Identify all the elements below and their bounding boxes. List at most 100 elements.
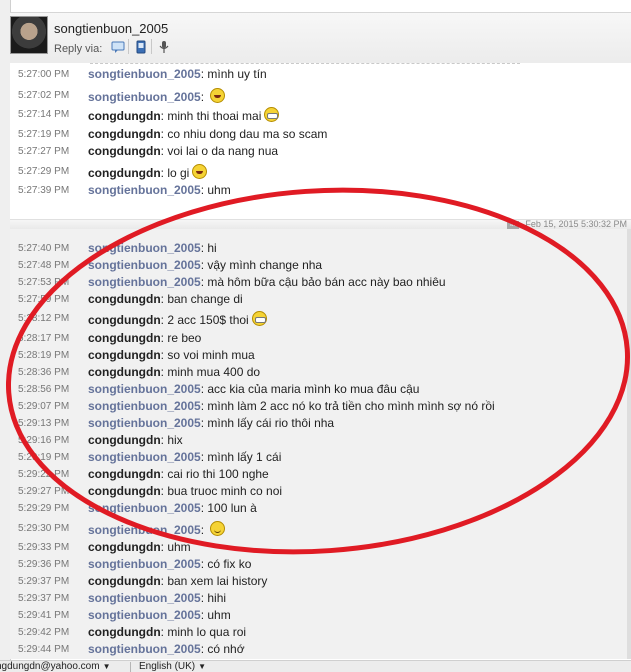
message-sender[interactable]: congdungdn xyxy=(88,433,161,447)
message-sender[interactable]: songtienbuon_2005 xyxy=(88,399,201,413)
message-text: mình lấy cái rio thôi nha xyxy=(207,416,335,430)
message-sender[interactable]: songtienbuon_2005 xyxy=(88,382,201,396)
bookmark-icon: IM xyxy=(507,220,520,229)
laugh-emoticon-icon xyxy=(210,88,226,103)
message-sender[interactable]: congdungdn xyxy=(88,348,161,362)
chat-message-row: 5:27:59 PM congdungdn: ban change di xyxy=(10,292,631,309)
language-selector[interactable]: English (UK) ▼ xyxy=(139,661,206,672)
message-text: re beo xyxy=(167,331,202,345)
message-sender[interactable]: congdungdn xyxy=(88,144,161,158)
message-text: co nhiu dong dau ma so scam xyxy=(167,127,328,141)
message-timestamp: 5:29:30 PM xyxy=(18,523,70,534)
contact-name[interactable]: songtienbuon_2005 xyxy=(54,21,168,36)
message-sender[interactable]: congdungdn xyxy=(88,625,161,639)
message-text: 100 lun à xyxy=(207,501,257,515)
chat-message-row: 5:28:56 PM songtienbuon_2005: acc kia của… xyxy=(10,382,631,399)
message-timestamp: 5:29:19 PM xyxy=(18,452,70,463)
chat-message-row: 5:27:27 PM congdungdn: voi lai o da nang … xyxy=(10,144,631,161)
session-divider-date: IM Feb 15, 2015 5:30:32 PM xyxy=(507,219,627,229)
message-timestamp: 5:29:37 PM xyxy=(18,593,70,604)
message-text: mà hôm bữa cậu bảo bán acc này bao nhiêu xyxy=(207,275,446,289)
message-timestamp: 5:29:36 PM xyxy=(18,559,70,570)
message-timestamp: 5:27:19 PM xyxy=(18,129,70,140)
chat-message-row: 5:29:22 PM congdungdn: cai rio thi 100 ng… xyxy=(10,467,631,484)
message-text: cai rio thi 100 nghe xyxy=(167,467,269,481)
message-sender[interactable]: congdungdn xyxy=(88,574,161,588)
chat-message-row: 5:28:19 PM congdungdn: so voi minh mua xyxy=(10,348,631,365)
message-sender[interactable]: songtienbuon_2005 xyxy=(88,642,201,656)
message-text: mình làm 2 acc nó ko trả tiền cho mình m… xyxy=(207,399,495,413)
conversation-header: songtienbuon_2005 Reply via: xyxy=(10,12,631,64)
chat-message-row: 5:29:16 PM congdungdn: hix xyxy=(10,433,631,450)
chat-message-row: 5:29:44 PM songtienbuon_2005: có nhớ xyxy=(10,642,631,659)
message-timestamp: 5:29:41 PM xyxy=(18,610,70,621)
message-text: ban xem lai history xyxy=(167,574,268,588)
chat-message-row: 5:27:40 PM songtienbuon_2005: hi xyxy=(10,241,631,258)
message-text: minh lo qua roi xyxy=(167,625,247,639)
message-timestamp: 5:27:39 PM xyxy=(18,185,70,196)
message-sender[interactable]: songtienbuon_2005 xyxy=(88,241,201,255)
message-sender[interactable]: songtienbuon_2005 xyxy=(88,501,201,515)
message-timestamp: 5:27:59 PM xyxy=(18,294,70,305)
chat-message-row: 5:29:36 PM songtienbuon_2005: có fix ko xyxy=(10,557,631,574)
avatar[interactable] xyxy=(10,16,48,54)
message-sender[interactable]: congdungdn xyxy=(88,484,161,498)
chat-message-row: 5:29:42 PM congdungdn: minh lo qua roi xyxy=(10,625,631,642)
message-sender[interactable]: songtienbuon_2005 xyxy=(88,591,201,605)
scrollbar[interactable] xyxy=(627,229,631,659)
message-sender[interactable]: songtienbuon_2005 xyxy=(88,523,201,537)
message-sender[interactable]: congdungdn xyxy=(88,109,161,123)
message-sender[interactable]: congdungdn xyxy=(88,467,161,481)
message-timestamp: 5:29:42 PM xyxy=(18,627,70,638)
message-text: ban change di xyxy=(167,292,243,306)
message-sender[interactable]: congdungdn xyxy=(88,365,161,379)
chat-message-row: 5:29:41 PM songtienbuon_2005: uhm xyxy=(10,608,631,625)
message-sender[interactable]: songtienbuon_2005 xyxy=(88,557,201,571)
message-icon[interactable] xyxy=(111,40,125,54)
message-sender[interactable]: songtienbuon_2005 xyxy=(88,416,201,430)
message-sender[interactable]: songtienbuon_2005 xyxy=(88,67,201,81)
chat-message-row: 5:27:19 PM congdungdn: co nhiu dong dau m… xyxy=(10,127,631,144)
message-sender[interactable]: songtienbuon_2005 xyxy=(88,450,201,464)
sms-icon[interactable] xyxy=(134,40,148,54)
chat-message-row: 5:28:17 PM congdungdn: re beo xyxy=(10,331,631,348)
message-sender[interactable]: songtienbuon_2005 xyxy=(88,275,201,289)
message-timestamp: 5:29:22 PM xyxy=(18,469,70,480)
message-timestamp: 5:27:27 PM xyxy=(18,146,70,157)
message-text: uhm xyxy=(207,608,231,622)
message-timestamp: 5:27:00 PM xyxy=(18,69,70,80)
message-sender[interactable]: congdungdn xyxy=(88,292,161,306)
message-sender[interactable]: congdungdn xyxy=(88,166,161,180)
message-text: mình uy tín xyxy=(207,67,267,81)
message-sender[interactable]: songtienbuon_2005 xyxy=(88,608,201,622)
message-sender[interactable]: congdungdn xyxy=(88,127,161,141)
language-label: English (UK) xyxy=(139,661,196,672)
message-sender[interactable]: songtienbuon_2005 xyxy=(88,90,201,104)
conversation-history-2[interactable]: 5:27:40 PM songtienbuon_2005: hi 5:27:48 P… xyxy=(10,229,631,659)
message-sender[interactable]: songtienbuon_2005 xyxy=(88,183,201,197)
message-text: vậy mình change nha xyxy=(207,258,323,272)
message-sender[interactable]: congdungdn xyxy=(88,331,161,345)
message-sender[interactable]: congdungdn xyxy=(88,540,161,554)
message-timestamp: 5:28:12 PM xyxy=(18,313,70,324)
voice-icon[interactable] xyxy=(157,40,171,54)
smile-emoticon-icon xyxy=(210,521,226,536)
account-label: ngdungdn@yahoo.com xyxy=(0,661,100,672)
message-timestamp: 5:29:44 PM xyxy=(18,644,70,655)
message-text: có fix ko xyxy=(207,557,252,571)
laugh-emoticon-icon xyxy=(192,164,208,179)
message-timestamp: 5:29:13 PM xyxy=(18,418,70,429)
message-timestamp: 5:29:16 PM xyxy=(18,435,70,446)
message-text: minh mua 400 do xyxy=(167,365,261,379)
session-date: Feb 15, 2015 5:30:32 PM xyxy=(525,219,627,229)
chat-message-row: 5:28:12 PM congdungdn: 2 acc 150$ thoi xyxy=(10,311,631,328)
message-sender[interactable]: congdungdn xyxy=(88,313,161,327)
conversation-history-1[interactable]: 5:27:00 PM songtienbuon_2005: mình uy tín… xyxy=(10,63,631,205)
message-sender[interactable]: songtienbuon_2005 xyxy=(88,258,201,272)
chevron-down-icon: ▼ xyxy=(198,662,207,671)
grin-emoticon-icon xyxy=(264,107,280,122)
chat-message-row: 5:29:07 PM songtienbuon_2005: mình làm 2 … xyxy=(10,399,631,416)
chat-message-row: 5:29:37 PM congdungdn: ban xem lai histor… xyxy=(10,574,631,591)
message-text: hix xyxy=(167,433,183,447)
account-selector[interactable]: ngdungdn@yahoo.com ▼ xyxy=(0,661,110,672)
